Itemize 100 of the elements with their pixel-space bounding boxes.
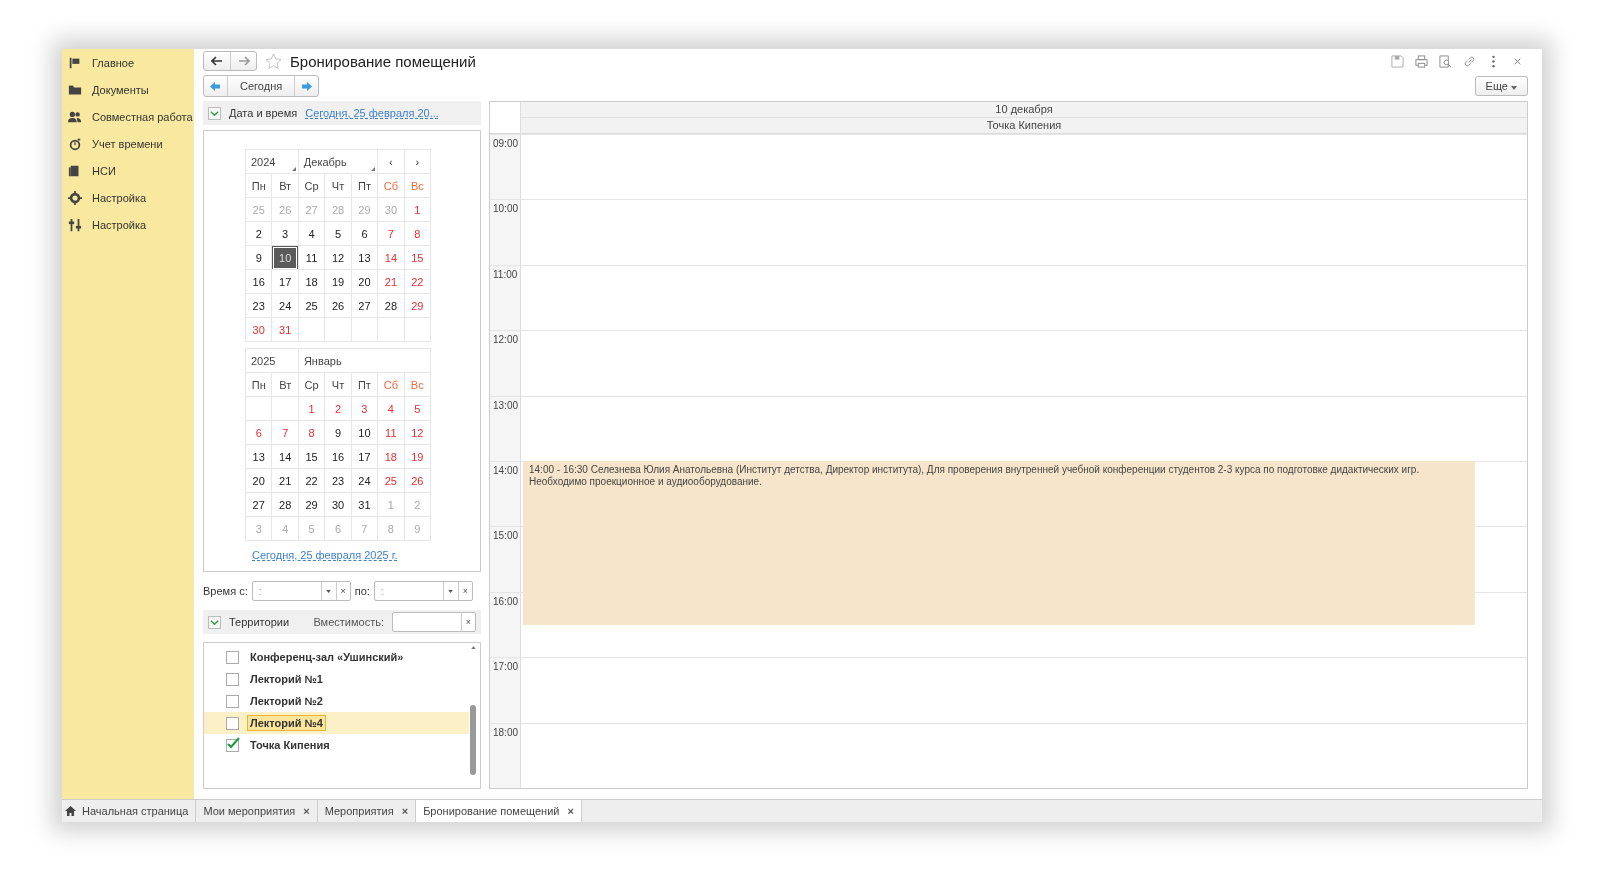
calendar-day[interactable]: 18: [298, 269, 325, 294]
calendar-day[interactable]: 14: [377, 245, 405, 270]
calendar-day[interactable]: 4: [377, 396, 405, 421]
calendar-day[interactable]: 15: [298, 444, 325, 469]
sidebar-item[interactable]: Настройка: [92, 218, 147, 231]
calendar-day[interactable]: 15: [404, 245, 431, 270]
calendar-day[interactable]: 11: [298, 245, 325, 270]
calendar-day[interactable]: 25: [298, 293, 325, 318]
calendar-day[interactable]: 2: [324, 396, 352, 421]
calendar-day[interactable]: 27: [245, 492, 272, 517]
calendar-day[interactable]: 11: [377, 420, 405, 445]
year-selector[interactable]: 2024: [245, 149, 299, 174]
calendar-day[interactable]: 19: [404, 444, 431, 469]
calendar-day[interactable]: 8: [404, 221, 431, 246]
checkbox[interactable]: [226, 716, 239, 730]
calendar-day[interactable]: 21: [272, 468, 299, 493]
save-icon[interactable]: [1391, 54, 1404, 68]
checkbox[interactable]: [226, 672, 239, 686]
caret-icon[interactable]: [326, 589, 332, 593]
calendar-day[interactable]: 22: [298, 468, 325, 493]
calendar-day[interactable]: 1: [404, 197, 431, 222]
calendar-day[interactable]: 5: [324, 221, 352, 246]
calendar-day[interactable]: 9: [324, 420, 352, 445]
link-icon[interactable]: [1463, 54, 1476, 68]
calendar-day[interactable]: 16: [324, 444, 352, 469]
calendar-day[interactable]: 3: [271, 221, 299, 246]
clear-button[interactable]: ×: [457, 582, 472, 600]
calendar-day[interactable]: 7: [377, 221, 405, 246]
close-tab-button[interactable]: ×: [567, 805, 574, 817]
booking-event[interactable]: 14:00 - 16:30 Селезнева Юлия Анатольевна (Институт детства, Директор института), Для проверения внутренней учебной конференции студентов 2-3 курса по подготовке дидактических игр. Необходимо проекционное и аудиооборудование.: [523, 461, 1475, 625]
today-link[interactable]: Сегодня, 25 февраля 2025 г.: [252, 549, 398, 561]
close-tab-button[interactable]: ×: [401, 805, 409, 817]
month-selector[interactable]: Декабрь: [298, 149, 378, 174]
calendar-day[interactable]: 19: [324, 269, 352, 294]
room-item[interactable]: Конференц-зал «Ушинский»: [247, 649, 407, 665]
month-selector[interactable]: Январь: [298, 348, 431, 373]
collapse-toggle[interactable]: [208, 615, 221, 629]
sidebar-item[interactable]: Совместная работа: [92, 110, 193, 123]
sidebar-item[interactable]: Главное: [92, 56, 135, 69]
calendar-day[interactable]: 14: [272, 444, 299, 469]
checkbox[interactable]: [226, 738, 239, 752]
tab[interactable]: Начальная страница: [62, 800, 197, 822]
print-icon[interactable]: [1415, 54, 1428, 68]
calendar-day[interactable]: 8: [298, 420, 325, 445]
calendar-day[interactable]: 25: [377, 468, 405, 493]
next-month-button[interactable]: ›: [404, 149, 431, 174]
calendar-day[interactable]: 24: [351, 468, 378, 493]
calendar-day[interactable]: 20: [351, 269, 378, 294]
calendar-day[interactable]: 2: [245, 221, 272, 246]
sidebar-item[interactable]: НСИ: [92, 164, 116, 177]
capacity-field[interactable]: ×: [392, 612, 476, 632]
calendar-day[interactable]: 26: [324, 293, 352, 318]
calendar-day[interactable]: 18: [377, 444, 405, 469]
calendar-day[interactable]: 6: [245, 420, 272, 445]
calendar-day[interactable]: 29: [298, 492, 325, 517]
calendar-day[interactable]: 31: [351, 492, 378, 517]
room-item[interactable]: Лекторий №1: [247, 671, 326, 687]
calendar-day[interactable]: 21: [377, 269, 405, 294]
calendar-day[interactable]: 30: [245, 317, 272, 342]
calendar-day[interactable]: 3: [351, 396, 378, 421]
calendar-day[interactable]: 10: [351, 420, 378, 445]
calendar-day[interactable]: 9: [245, 245, 272, 270]
time-from-field[interactable]: : ×: [251, 581, 351, 601]
year-selector[interactable]: 2025: [245, 348, 299, 373]
preview-icon[interactable]: [1439, 54, 1452, 68]
calendar-day[interactable]: 17: [351, 444, 378, 469]
room-item[interactable]: Лекторий №2: [247, 693, 326, 709]
scroll-up-icon[interactable]: [470, 646, 476, 649]
calendar-day[interactable]: 12: [324, 245, 352, 270]
calendar-day[interactable]: 20: [245, 468, 272, 493]
calendar-day[interactable]: 4: [298, 221, 325, 246]
sidebar-item[interactable]: Учет времени: [92, 137, 163, 150]
calendar-day[interactable]: 27: [351, 293, 378, 318]
calendar-day[interactable]: 7: [272, 420, 299, 445]
calendar-day[interactable]: 1: [298, 396, 325, 421]
close-tab-button[interactable]: ×: [303, 805, 310, 817]
calendar-day[interactable]: 5: [404, 396, 431, 421]
date-link[interactable]: Сегодня, 25 февраля 20...: [305, 107, 439, 119]
calendar-day[interactable]: 13: [351, 245, 378, 270]
caret-icon[interactable]: [448, 589, 454, 593]
sidebar-item[interactable]: Документы: [92, 83, 149, 96]
calendar-day[interactable]: 29: [404, 293, 431, 318]
calendar-day[interactable]: 30: [324, 492, 352, 517]
tab[interactable]: Бронирование помещений ×: [416, 800, 582, 822]
room-item[interactable]: Лекторий №4: [247, 715, 326, 731]
room-item[interactable]: Точка Кипения: [247, 737, 333, 753]
calendar-day[interactable]: 28: [377, 293, 405, 318]
calendar-day[interactable]: 23: [245, 293, 272, 318]
calendar-day[interactable]: 24: [271, 293, 299, 318]
sidebar-item[interactable]: Настройка: [92, 191, 147, 204]
collapse-toggle[interactable]: [208, 106, 221, 120]
calendar-day[interactable]: 31: [271, 317, 299, 342]
calendar-day[interactable]: 6: [351, 221, 378, 246]
clear-button[interactable]: ×: [335, 582, 350, 600]
checkbox[interactable]: [226, 650, 239, 664]
calendar-day[interactable]: 12: [404, 420, 431, 445]
calendar-day[interactable]: 22: [404, 269, 431, 294]
checkbox[interactable]: [226, 694, 239, 708]
calendar-day[interactable]: 26: [404, 468, 431, 493]
calendar-day[interactable]: 17: [271, 269, 299, 294]
